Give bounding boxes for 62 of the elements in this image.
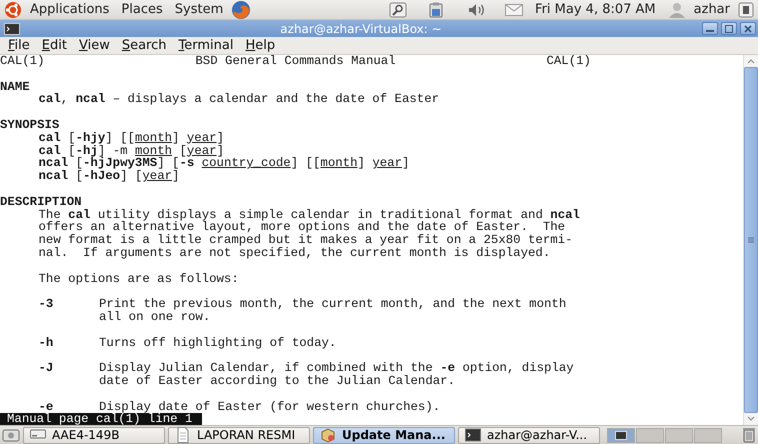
window-title: azhar@azhar-VirtualBox: ~	[279, 22, 443, 36]
show-desktop-icon[interactable]	[2, 428, 20, 442]
taskbar-button[interactable]: azhar@azhar-V...	[458, 426, 600, 444]
magnifier-icon[interactable]	[389, 2, 408, 18]
envelope-icon[interactable]	[505, 4, 524, 16]
text-line: offers an alternative layout, more options and the date of Easter. The	[38, 221, 566, 234]
menu-item[interactable]: File	[2, 38, 36, 53]
page-header: CAL(1)	[0, 55, 45, 68]
grip-icon	[748, 237, 754, 243]
close-icon	[744, 24, 752, 32]
page-header: BSD General Commands Manual	[195, 55, 396, 68]
text-line: The options are as follows:	[38, 272, 239, 286]
menu-item[interactable]: View	[72, 38, 116, 53]
panel-menu[interactable]: System	[170, 2, 228, 17]
text-line: Print the previous month, the current month, and the next month	[99, 298, 566, 311]
minimize-button[interactable]	[702, 22, 718, 35]
shutdown-icon[interactable]	[738, 2, 754, 18]
text-line: date of Easter according to the Julian Calendar.	[98, 374, 456, 388]
taskbar-button[interactable]: AAE4-149B	[23, 426, 165, 444]
taskbar-button[interactable]: LAPORAN RESMI	[168, 426, 310, 444]
text-line: Display date of Easter (for western churches).	[99, 400, 440, 414]
option-name: -h	[38, 336, 54, 350]
section-heading: NAME	[0, 80, 30, 94]
panel-menu[interactable]: Applications	[26, 2, 114, 17]
workspace-switcher[interactable]	[607, 428, 722, 442]
text-line: cal [-hj] -m month [year]	[38, 144, 224, 158]
trash-icon[interactable]	[742, 427, 756, 443]
text-line: nal. If arguments are not specified, the current month is displayed.	[38, 246, 550, 260]
option-name: -J	[38, 362, 54, 375]
text-line: Turns off highlighting of today.	[99, 336, 336, 350]
text-line: all on one row.	[98, 310, 210, 324]
text-line: The cal utility displays a simple calendar in traditional format and ncal	[38, 208, 580, 222]
terminal-icon	[4, 22, 20, 34]
menu-item[interactable]: Search	[116, 38, 173, 53]
text-line: cal, ncal – displays a calendar and the date of Easter	[38, 93, 440, 106]
text-line: cal [-hjy] [[month] year]	[38, 132, 224, 145]
menu-logo-icon[interactable]	[4, 0, 22, 18]
text-line: new format is a little cramped but it makes a year fit on a 25x80 termi-	[38, 234, 573, 247]
clipboard-icon[interactable]	[429, 2, 444, 18]
menu-item[interactable]: Terminal	[172, 38, 240, 53]
option-name: -3	[38, 298, 54, 311]
menu-item[interactable]: Help	[239, 38, 282, 53]
taskbar-button[interactable]: Update Mana...	[313, 426, 455, 444]
text-line: Display Julian Calendar, if combined with the -e option, display	[99, 362, 574, 375]
page-header: CAL(1)	[546, 55, 591, 68]
clock[interactable]: Fri May 4, 8:07 AM	[527, 2, 664, 17]
section-heading: SYNOPSIS	[0, 118, 60, 132]
window-icon	[615, 430, 627, 440]
section-heading: DESCRIPTION	[0, 196, 82, 209]
maximize-button[interactable]	[721, 22, 737, 35]
user-name[interactable]: azhar	[690, 2, 734, 17]
option-name: -e	[38, 400, 54, 414]
maximize-icon	[725, 24, 733, 32]
panel-menu[interactable]: Places	[117, 2, 167, 17]
text-line: ncal [-hjJpwy3MS] [-s country_code] [[month] year]	[38, 157, 410, 170]
menu-item[interactable]: Edit	[36, 38, 73, 53]
terminal-icon	[465, 427, 481, 443]
scrollbar[interactable]	[743, 55, 758, 425]
browser-icon[interactable]	[231, 0, 252, 20]
text-line: ncal [-hJeo] [year]	[38, 170, 180, 183]
close-button[interactable]	[740, 22, 756, 35]
package-icon	[320, 427, 336, 443]
